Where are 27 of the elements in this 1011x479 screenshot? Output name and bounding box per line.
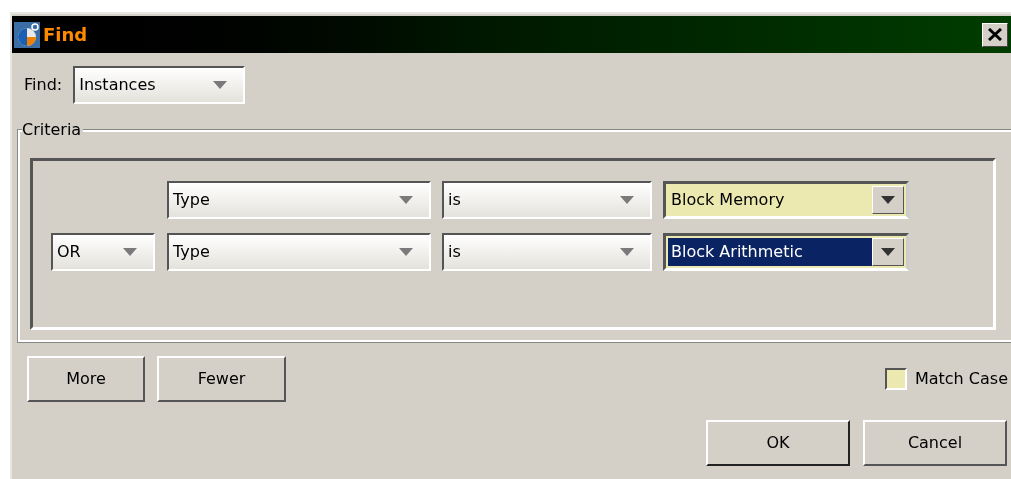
cancel-button[interactable]: Cancel bbox=[863, 420, 1007, 466]
value-dropdown[interactable]: Block Arithmetic bbox=[663, 233, 909, 271]
caret-icon bbox=[399, 248, 413, 256]
value-dropdown[interactable]: Block Memory bbox=[663, 181, 909, 219]
match-case-label: Match Case bbox=[914, 368, 1008, 390]
find-dropdown[interactable]: Instances bbox=[73, 66, 246, 104]
operator-dropdown[interactable]: is bbox=[442, 233, 652, 271]
operator-dropdown[interactable]: is bbox=[442, 181, 652, 219]
field-dropdown[interactable]: Type bbox=[167, 233, 431, 271]
match-case-checkbox[interactable] bbox=[884, 368, 907, 390]
caret-icon bbox=[620, 196, 634, 204]
caret-icon bbox=[123, 248, 137, 256]
window-title: Find bbox=[43, 23, 88, 47]
caret-icon bbox=[881, 248, 895, 256]
find-label: Find: bbox=[24, 74, 63, 96]
caret-icon bbox=[399, 196, 413, 204]
caret-icon bbox=[620, 248, 634, 256]
caret-icon bbox=[881, 196, 895, 204]
close-icon bbox=[988, 28, 1002, 41]
action-button[interactable]: Fewer bbox=[157, 356, 286, 402]
action-button[interactable]: More bbox=[27, 356, 145, 402]
app-icon bbox=[14, 21, 40, 48]
ok-button[interactable]: OK bbox=[706, 420, 850, 466]
close-button[interactable] bbox=[982, 22, 1008, 47]
connector-dropdown[interactable]: OR bbox=[51, 233, 155, 271]
caret-icon bbox=[213, 81, 228, 89]
field-dropdown[interactable]: Type bbox=[167, 181, 431, 219]
